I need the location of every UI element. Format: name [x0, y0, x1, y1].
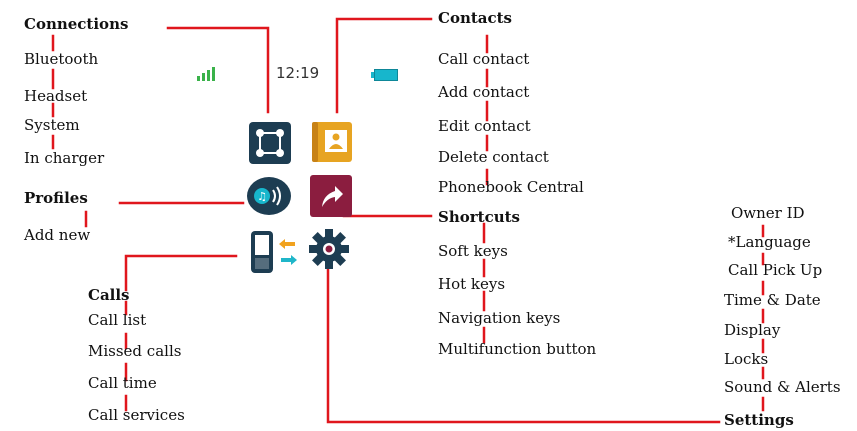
connections-icon[interactable] [249, 122, 291, 164]
contacts-item-add-contact[interactable]: Add contact [438, 83, 529, 101]
contacts-item-call-contact[interactable]: Call contact [438, 50, 529, 68]
calls-item-call-time[interactable]: Call time [88, 374, 157, 392]
contacts-item-phonebook-central[interactable]: Phonebook Central [438, 178, 584, 196]
shortcut-arrow-icon[interactable] [310, 175, 352, 217]
calls-phone-icon[interactable] [249, 230, 301, 274]
shortcuts-item-multifunction-button[interactable]: Multifunction button [438, 340, 596, 358]
svg-text:♫: ♫ [257, 190, 267, 203]
signal-icon [197, 67, 215, 81]
connections-heading: Connections [24, 15, 129, 33]
shortcuts-item-soft-keys[interactable]: Soft keys [438, 242, 508, 260]
contacts-heading: Contacts [438, 9, 513, 27]
connections-item-system[interactable]: System [24, 116, 80, 134]
contacts-book-icon[interactable] [310, 120, 354, 164]
connections-item-headset[interactable]: Headset [24, 87, 87, 105]
contacts-item-delete-contact[interactable]: Delete contact [438, 148, 549, 166]
connections-item-in-charger[interactable]: In charger [24, 149, 104, 167]
settings-item-language[interactable]: *Language [728, 233, 811, 251]
shortcuts-item-hot-keys[interactable]: Hot keys [438, 275, 505, 293]
battery-icon [371, 69, 398, 81]
settings-item-call-pick-up[interactable]: Call Pick Up [728, 261, 822, 279]
settings-item-display[interactable]: Display [724, 321, 780, 339]
clock-time: 12:19 [276, 64, 320, 82]
profiles-item-add-new[interactable]: Add new [24, 226, 90, 244]
profiles-heading: Profiles [24, 189, 88, 207]
contacts-item-edit-contact[interactable]: Edit contact [438, 117, 531, 135]
shortcuts-item-navigation-keys[interactable]: Navigation keys [438, 309, 560, 327]
settings-item-sound-alerts[interactable]: Sound & Alerts [724, 378, 841, 396]
settings-heading: Settings [724, 411, 794, 429]
calls-item-call-list[interactable]: Call list [88, 311, 146, 329]
settings-item-time-date[interactable]: Time & Date [724, 291, 821, 309]
calls-item-call-services[interactable]: Call services [88, 406, 185, 424]
calls-item-missed-calls[interactable]: Missed calls [88, 342, 181, 360]
profiles-sound-icon[interactable]: ♫ [246, 176, 292, 216]
settings-item-locks[interactable]: Locks [724, 350, 768, 368]
calls-heading: Calls [88, 286, 130, 304]
connections-item-bluetooth[interactable]: Bluetooth [24, 50, 98, 68]
settings-gear-icon[interactable] [308, 228, 350, 270]
settings-item-owner-id[interactable]: Owner ID [731, 204, 805, 222]
shortcuts-heading: Shortcuts [438, 208, 520, 226]
